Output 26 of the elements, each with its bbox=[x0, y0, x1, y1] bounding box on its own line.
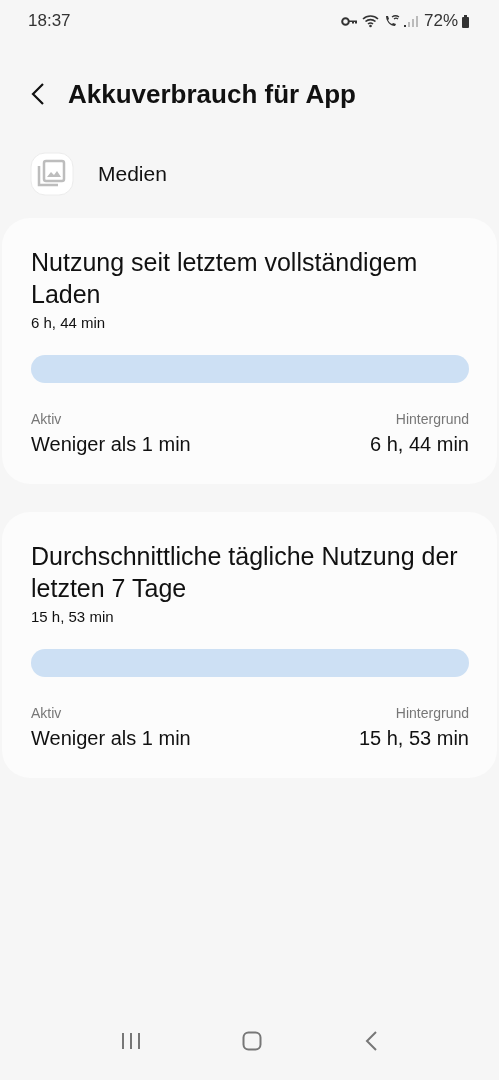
key-icon bbox=[340, 16, 358, 26]
wifi-call-icon bbox=[383, 14, 400, 28]
usage-total: 15 h, 53 min bbox=[31, 608, 115, 625]
card-title: Durchschnittliche tägliche Nutzung der letzten 7 Tage bbox=[31, 541, 459, 604]
wifi-icon bbox=[361, 14, 380, 28]
background-value: 6 h, 44 min bbox=[370, 433, 469, 456]
background-label: Hintergrund bbox=[395, 411, 469, 427]
active-label: Aktiv bbox=[31, 705, 63, 721]
back-button[interactable] bbox=[30, 82, 46, 106]
recent-apps-icon[interactable] bbox=[120, 1032, 141, 1050]
signal-icon bbox=[403, 15, 418, 27]
page-title: Akkuverbrauch für App bbox=[68, 78, 356, 110]
active-label: Aktiv bbox=[31, 411, 63, 427]
active-value: Weniger als 1 min bbox=[31, 433, 191, 456]
active-value: Weniger als 1 min bbox=[31, 727, 191, 750]
status-time: 18:37 bbox=[28, 11, 71, 31]
app-name: Medien bbox=[98, 162, 167, 186]
battery-icon bbox=[462, 14, 469, 28]
background-value: 15 h, 53 min bbox=[358, 727, 469, 750]
background-label: Hintergrund bbox=[395, 705, 469, 721]
home-icon[interactable] bbox=[242, 1031, 263, 1051]
usage-total: 6 h, 44 min bbox=[31, 314, 107, 331]
battery-percent: 72% bbox=[423, 11, 458, 31]
gallery-icon bbox=[30, 152, 74, 196]
card-title: Nutzung seit letztem vollständigem Laden bbox=[31, 247, 419, 310]
back-icon[interactable] bbox=[364, 1031, 379, 1051]
